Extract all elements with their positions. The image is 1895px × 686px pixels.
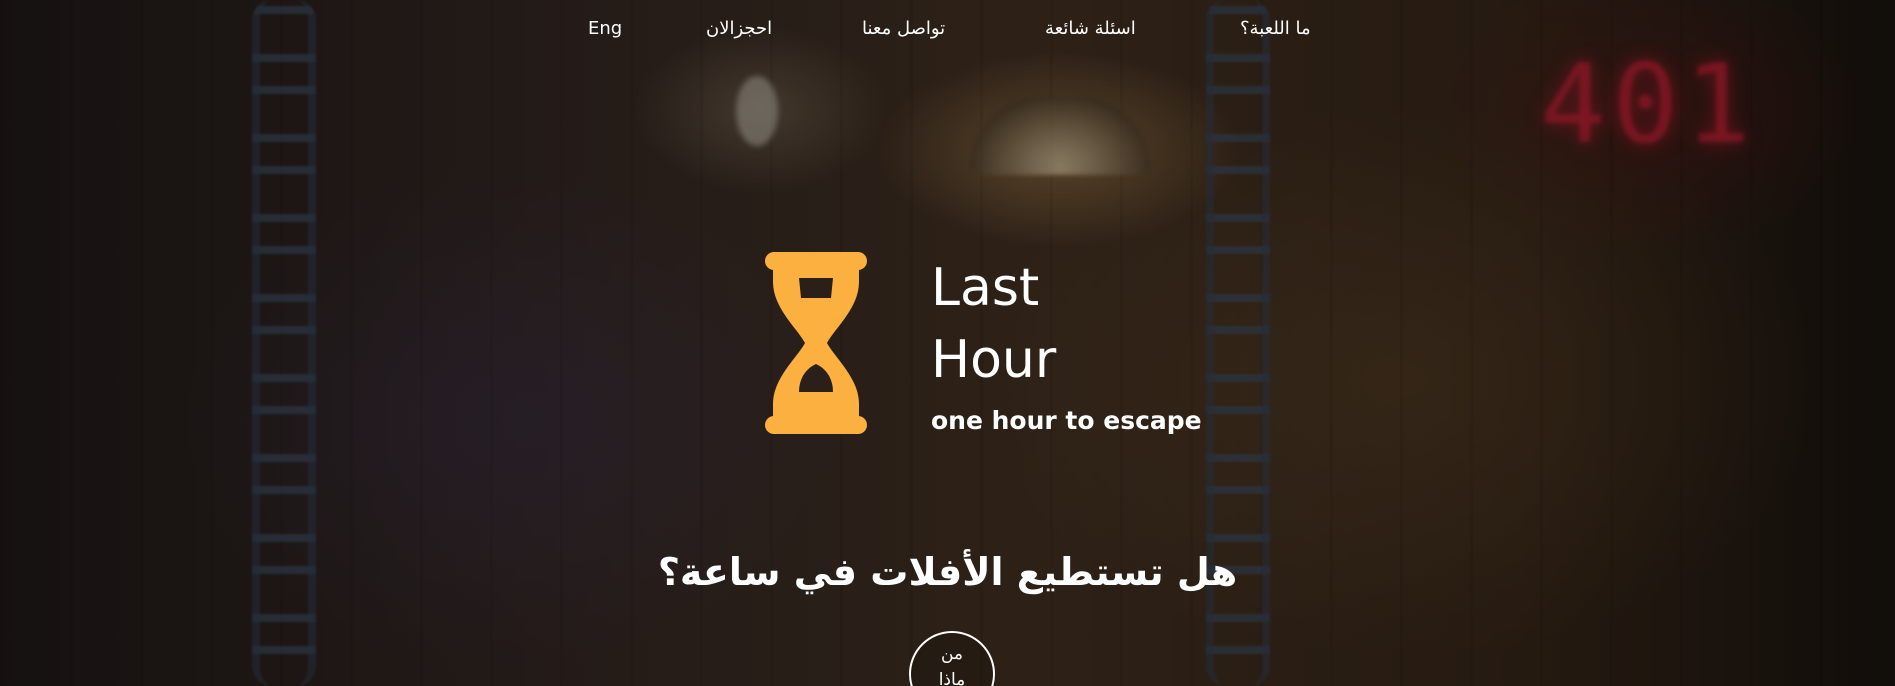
- circle-button-line1: من: [940, 644, 964, 664]
- top-nav: Eng احجزالان تواصل معنا اسئلة شائعة ما ا…: [0, 18, 1895, 42]
- nav-faq[interactable]: اسئلة شائعة: [1045, 18, 1136, 39]
- circle-button-line2: ماذا: [938, 670, 966, 686]
- logo-title-line1: Last: [931, 258, 1040, 318]
- nav-contact-us[interactable]: تواصل معنا: [862, 18, 945, 39]
- hourglass-icon: [765, 252, 867, 434]
- nav-what-is-game[interactable]: ما اللعبة؟: [1240, 18, 1311, 39]
- hero-section: 401 Eng احجزالان تواصل معنا اسئلة شائعة …: [0, 0, 1895, 686]
- nav-book-now[interactable]: احجزالان: [706, 18, 772, 39]
- nav-language-eng[interactable]: Eng: [588, 18, 622, 39]
- site-logo[interactable]: Last Hour one hour to escape: [765, 252, 1202, 442]
- hero-headline: هل تستطيع الأفلات في ساعة؟: [657, 550, 1238, 595]
- logo-title-line2: Hour: [931, 330, 1057, 390]
- logo-tagline: one hour to escape: [931, 406, 1202, 435]
- logo-title: Last Hour: [931, 252, 1056, 396]
